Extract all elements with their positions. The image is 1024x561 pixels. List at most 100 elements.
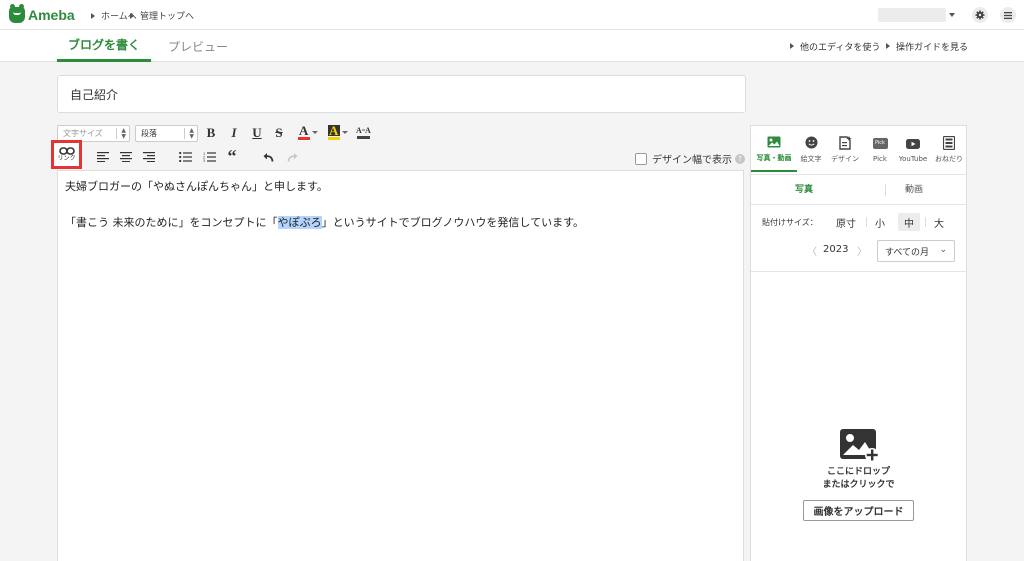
size-large-option[interactable]: 大	[928, 213, 950, 231]
side-tab-photo-video[interactable]: 写真・動画	[751, 126, 797, 172]
align-left-icon	[96, 152, 109, 162]
bg-color-button[interactable]: A	[325, 123, 351, 140]
user-dropdown-caret-icon[interactable]	[949, 13, 955, 17]
upload-image-button[interactable]: 画像をアップロード	[803, 500, 914, 521]
align-right-icon	[142, 152, 155, 162]
font-color-button[interactable]: A	[295, 123, 321, 140]
user-name-box[interactable]	[878, 8, 946, 22]
side-tab-youtube[interactable]: YouTube	[895, 126, 931, 172]
pick-icon: Pick	[872, 138, 888, 149]
menu-button[interactable]	[1000, 7, 1016, 23]
side-tab-request[interactable]: おねだり	[933, 126, 965, 172]
undo-icon	[263, 153, 273, 162]
bullet-list-icon	[178, 152, 192, 162]
month-select-value: すべての月	[885, 247, 930, 258]
bold-button[interactable]: B	[204, 125, 218, 141]
align-left-button[interactable]	[96, 149, 109, 165]
ameba-logo-icon	[9, 4, 25, 23]
drop-zone-text[interactable]: ここにドロップ またはクリックで	[751, 466, 966, 492]
editor-body[interactable]: 夫婦ブロガーの「やぬさんぽんちゃん」と申します。 「書こう 未来のために」をコン…	[57, 170, 744, 561]
youtube-icon	[906, 138, 920, 149]
year-label: 2023	[823, 244, 849, 255]
other-editor-link[interactable]: 他のエディタを使う	[790, 30, 880, 62]
side-tab-label: デザイン	[831, 154, 859, 163]
subtab-photo[interactable]: 写真	[795, 182, 813, 195]
image-icon	[767, 136, 781, 147]
link-chain-icon	[58, 147, 75, 155]
font-size-label: 文字サイズ	[63, 129, 103, 138]
logo-text: Ameba	[28, 7, 75, 23]
editor-paragraph: 夫婦ブロガーの「やぬさんぽんちゃん」と申します。	[65, 180, 328, 193]
redo-button[interactable]	[285, 149, 298, 165]
year-prev-icon[interactable]: 〈	[807, 243, 817, 258]
drop-text-line-2: またはクリックで	[822, 480, 895, 490]
paste-size-label: 貼付けサイズ：	[762, 218, 818, 227]
italic-button[interactable]: I	[228, 125, 240, 141]
month-select[interactable]: すべての月 ⌄	[877, 240, 955, 262]
chevron-down-icon: ⌄	[939, 245, 947, 255]
side-tab-emoji[interactable]: 絵文字	[797, 126, 825, 172]
guide-link[interactable]: 操作ガイドを見る	[886, 30, 968, 62]
side-tab-design[interactable]: デザイン	[827, 126, 863, 172]
smiley-icon	[805, 136, 817, 149]
design-width-toggle[interactable]: デザイン幅で表示 ?	[635, 151, 745, 166]
align-center-icon	[119, 152, 132, 162]
paragraph-select[interactable]: 段落 ▲ ▼	[135, 125, 198, 142]
size-medium-option[interactable]: 中	[898, 213, 920, 231]
align-right-button[interactable]	[142, 149, 155, 165]
image-add-icon[interactable]	[839, 428, 879, 465]
editor-text: 」というサイトでブログノウハウを発信しています。	[321, 216, 584, 229]
editor-tab-bar: ブログを書く プレビュー 他のエディタを使う 操作ガイドを見る	[0, 30, 1024, 62]
svg-text:A: A	[365, 126, 371, 135]
clear-format-button[interactable]: A A	[355, 125, 373, 141]
undo-button[interactable]	[262, 149, 275, 165]
design-width-checkbox[interactable]	[635, 152, 647, 165]
side-tab-label: Pick	[873, 154, 887, 163]
strikethrough-button[interactable]: S	[273, 125, 285, 141]
redo-icon	[287, 153, 297, 162]
side-tab-label: おねだり	[935, 154, 963, 163]
drop-text-line-1: ここにドロップ	[826, 467, 890, 477]
subtab-video[interactable]: 動画	[905, 182, 923, 195]
size-original-option[interactable]: 原寸	[831, 213, 861, 231]
numbered-list-button[interactable]: 1 2 3	[202, 149, 216, 165]
request-icon	[943, 135, 955, 150]
year-next-icon[interactable]: 〉	[857, 243, 867, 258]
triangle-right-icon	[790, 43, 794, 49]
align-center-button[interactable]	[119, 149, 132, 165]
ameba-logo[interactable]: Ameba	[9, 4, 75, 24]
selected-text: やぽぷろ	[277, 216, 322, 229]
tab-preview[interactable]: プレビュー	[160, 30, 236, 62]
side-tab-label: 写真・動画	[756, 153, 792, 162]
svg-text:3: 3	[203, 159, 205, 162]
editor-paragraph: 「書こう 未来のために」をコンセプトに「やぽぷろ」というサイトでブログノウハウを…	[65, 214, 736, 231]
stepper-arrows-icon: ▲ ▼	[121, 127, 126, 140]
settings-button[interactable]	[972, 7, 988, 23]
clear-format-icon: A A	[356, 126, 371, 139]
media-side-panel: 写真・動画 絵文字 デザイン Pick Pick YouTube おねだり 写真…	[750, 125, 967, 561]
link-button-label: リンク	[57, 155, 76, 162]
bullet-list-button[interactable]	[178, 149, 192, 165]
side-tab-label: 絵文字	[800, 154, 822, 163]
triangle-right-icon	[130, 12, 134, 19]
gear-icon	[975, 10, 985, 20]
breadcrumb-admin-label: 管理トップへ	[140, 12, 195, 22]
underline-button[interactable]: U	[250, 125, 264, 141]
side-tab-pick[interactable]: Pick Pick	[867, 126, 893, 172]
bg-color-icon: A	[328, 123, 340, 140]
other-editor-label: 他のエディタを使う	[800, 42, 881, 53]
title-input[interactable]: 自己紹介	[57, 75, 746, 113]
size-small-option[interactable]: 小	[869, 213, 891, 231]
guide-label: 操作ガイドを見る	[896, 42, 969, 53]
svg-text:A: A	[356, 126, 362, 135]
breadcrumb-admin[interactable]: 管理トップへ	[130, 9, 194, 22]
side-tab-label: YouTube	[898, 154, 928, 163]
hamburger-icon	[1004, 11, 1012, 19]
paragraph-label: 段落	[141, 129, 157, 138]
design-doc-icon	[838, 135, 852, 150]
link-button[interactable]: リンク	[51, 140, 82, 169]
top-header: Ameba ホームへ 管理トップへ	[0, 0, 1024, 30]
quote-button[interactable]: “	[225, 147, 239, 165]
help-icon[interactable]: ?	[735, 153, 745, 164]
tab-write-blog[interactable]: ブログを書く	[57, 30, 151, 62]
